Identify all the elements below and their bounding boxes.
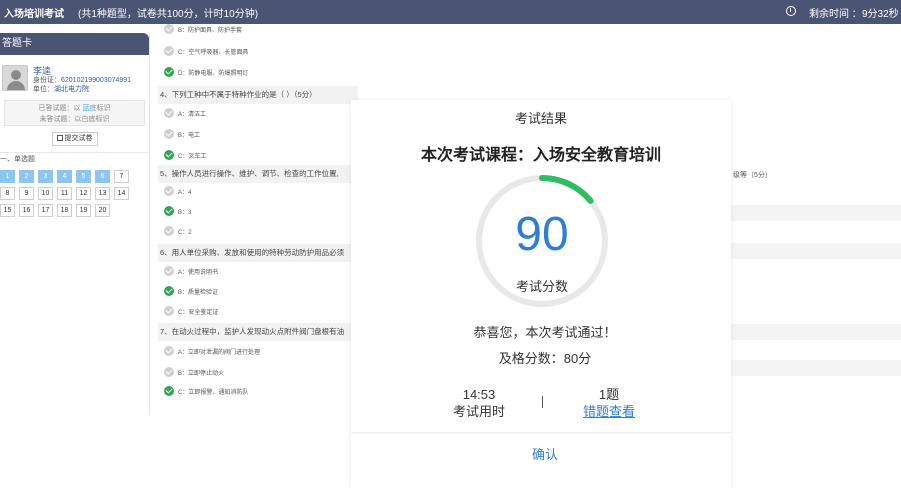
option[interactable]: A：立即对泄漏的阀门进行处理 xyxy=(164,346,260,360)
row-background xyxy=(730,243,901,259)
answer-cell[interactable]: 9 xyxy=(19,187,34,200)
row-background xyxy=(730,205,901,221)
check-icon xyxy=(164,286,174,296)
exam-title: 入场培训考试 xyxy=(4,9,64,20)
option[interactable]: A：清洁工 xyxy=(164,108,206,122)
option[interactable]: B：防护面具、防护手套 xyxy=(164,24,242,38)
option[interactable]: B：3 xyxy=(164,206,191,220)
option[interactable]: D：防静电服、防爆照明灯 xyxy=(164,67,248,81)
user-id-value: 620102199003074991 xyxy=(61,77,132,84)
check-icon xyxy=(164,367,174,377)
option[interactable]: A：使用说明书 xyxy=(164,266,218,280)
check-icon xyxy=(164,46,174,56)
answer-cell[interactable]: 3 xyxy=(38,170,53,183)
answer-legend: 已答试题：以 蓝底标识 未答试题：以白底标识 xyxy=(4,100,145,126)
score-value: 90 xyxy=(515,208,569,261)
check-icon xyxy=(164,67,174,77)
duration-value: 14:53 xyxy=(462,387,496,402)
pass-score: 及格分数：80分 xyxy=(498,351,592,366)
option[interactable]: C：空气呼吸器、长管面具 xyxy=(164,46,248,60)
option[interactable]: C：叉车工 xyxy=(164,150,206,164)
avatar xyxy=(2,65,28,91)
user-unit: 单位：湖北电力院 xyxy=(33,86,89,93)
question-title: 4、下列工种中不属于特种作业的是（ ）（5分） xyxy=(158,86,358,104)
submit-exam-button[interactable]: 提交试卷 xyxy=(51,132,98,146)
answer-cell[interactable]: 6 xyxy=(95,170,110,183)
question-title-tail: 级等（5分） xyxy=(733,172,772,179)
edit-icon xyxy=(56,135,63,141)
pass-message: 恭喜您，本次考试通过！ xyxy=(473,325,617,340)
stat-divider xyxy=(542,396,543,408)
result-dialog: 考试结果 本次考试课程：入场安全教育培训 90 考试分数 恭喜您，本次考试通过！… xyxy=(351,100,731,488)
option[interactable]: C：2 xyxy=(164,226,192,240)
remaining-label: 剩余时间 ： xyxy=(809,9,862,20)
answer-cell[interactable]: 8 xyxy=(0,187,15,200)
check-icon xyxy=(164,108,174,118)
question-title: 7、在动火过程中，监护人发现动火点附件阀门盘根有油 xyxy=(158,323,358,341)
answer-cell[interactable]: 16 xyxy=(19,204,34,217)
answer-cell[interactable]: 15 xyxy=(0,204,15,217)
answer-cell[interactable]: 10 xyxy=(38,187,53,200)
row-background xyxy=(730,360,901,376)
duration-label: 考试用时 xyxy=(452,404,505,419)
check-icon xyxy=(164,129,174,139)
question-title: 6、用人单位采购、发放和使用的特种劳动防护用品必须 xyxy=(158,244,358,262)
clock-icon xyxy=(786,6,796,16)
answer-card-title: 答题卡 xyxy=(0,33,149,55)
wrong-count: 1题 xyxy=(598,387,620,402)
answer-cell[interactable]: 11 xyxy=(57,187,72,200)
answer-cell[interactable]: 18 xyxy=(57,204,72,217)
check-icon xyxy=(164,186,174,196)
option[interactable]: A：4 xyxy=(164,186,191,200)
exam-info: (共1种题型，试卷共100分，计时10分钟) xyxy=(78,9,259,20)
option[interactable]: B：电工 xyxy=(164,129,200,143)
top-bar: 入场培训考试 (共1种题型，试卷共100分，计时10分钟) 剩余时间 ： 9分3… xyxy=(0,0,901,24)
remaining-time: 9分32秒 xyxy=(862,9,899,20)
answer-cell[interactable]: 17 xyxy=(38,204,53,217)
answer-grid: 1 2 3 4 5 6 7 8 9 10 11 12 13 14 15 16 17 18 19 20 xyxy=(0,170,149,217)
answer-cell[interactable]: 19 xyxy=(76,204,91,217)
confirm-button[interactable]: 确认 xyxy=(351,444,739,463)
answer-cell[interactable]: 14 xyxy=(114,187,129,200)
answer-cell[interactable]: 7 xyxy=(114,170,129,183)
check-icon xyxy=(164,150,174,160)
check-icon xyxy=(164,266,174,276)
check-icon xyxy=(164,306,174,316)
view-wrong-link[interactable]: 错题查看 xyxy=(549,403,669,420)
option[interactable]: B：质量检验证 xyxy=(164,286,218,300)
user-info: 李逵 身份证：620102199003074991 单位：湖北电力院 xyxy=(0,63,149,98)
row-background xyxy=(730,324,901,340)
answer-cell[interactable]: 13 xyxy=(95,187,110,200)
option[interactable]: C：立即报警，通知消防队 xyxy=(164,386,248,400)
option[interactable]: C：安全鉴定证 xyxy=(164,306,218,320)
score-label: 考试分数 xyxy=(515,279,568,294)
answer-cell[interactable]: 1 xyxy=(0,170,15,183)
question-title: 5、操作人员进行操作、维护、调节、检查的工作位置, xyxy=(158,165,358,183)
user-unit-value: 湖北电力院 xyxy=(54,86,89,93)
check-icon xyxy=(164,206,174,216)
answer-cell[interactable]: 5 xyxy=(76,170,91,183)
check-icon xyxy=(164,346,174,356)
answer-cell[interactable]: 2 xyxy=(19,170,34,183)
wrong-stat: 1题 错题查看 xyxy=(549,386,669,420)
dialog-title: 考试结果 xyxy=(514,111,567,126)
check-icon xyxy=(164,24,174,34)
duration-stat: 14:53 考试用时 xyxy=(419,386,539,420)
answer-cell[interactable]: 4 xyxy=(57,170,72,183)
answer-cell[interactable]: 12 xyxy=(76,187,91,200)
answer-cell[interactable]: 20 xyxy=(95,204,110,217)
section-name: 一、单选题 xyxy=(0,152,149,166)
check-icon xyxy=(164,226,174,236)
divider xyxy=(351,432,731,433)
option[interactable]: B：立即停止动火 xyxy=(164,367,224,381)
check-icon xyxy=(164,386,174,396)
course-name: 本次考试课程：入场安全教育培训 xyxy=(420,147,661,164)
answer-card-panel: 答题卡 李逵 身份证：620102199003074991 单位：湖北电力院 已… xyxy=(0,33,150,413)
